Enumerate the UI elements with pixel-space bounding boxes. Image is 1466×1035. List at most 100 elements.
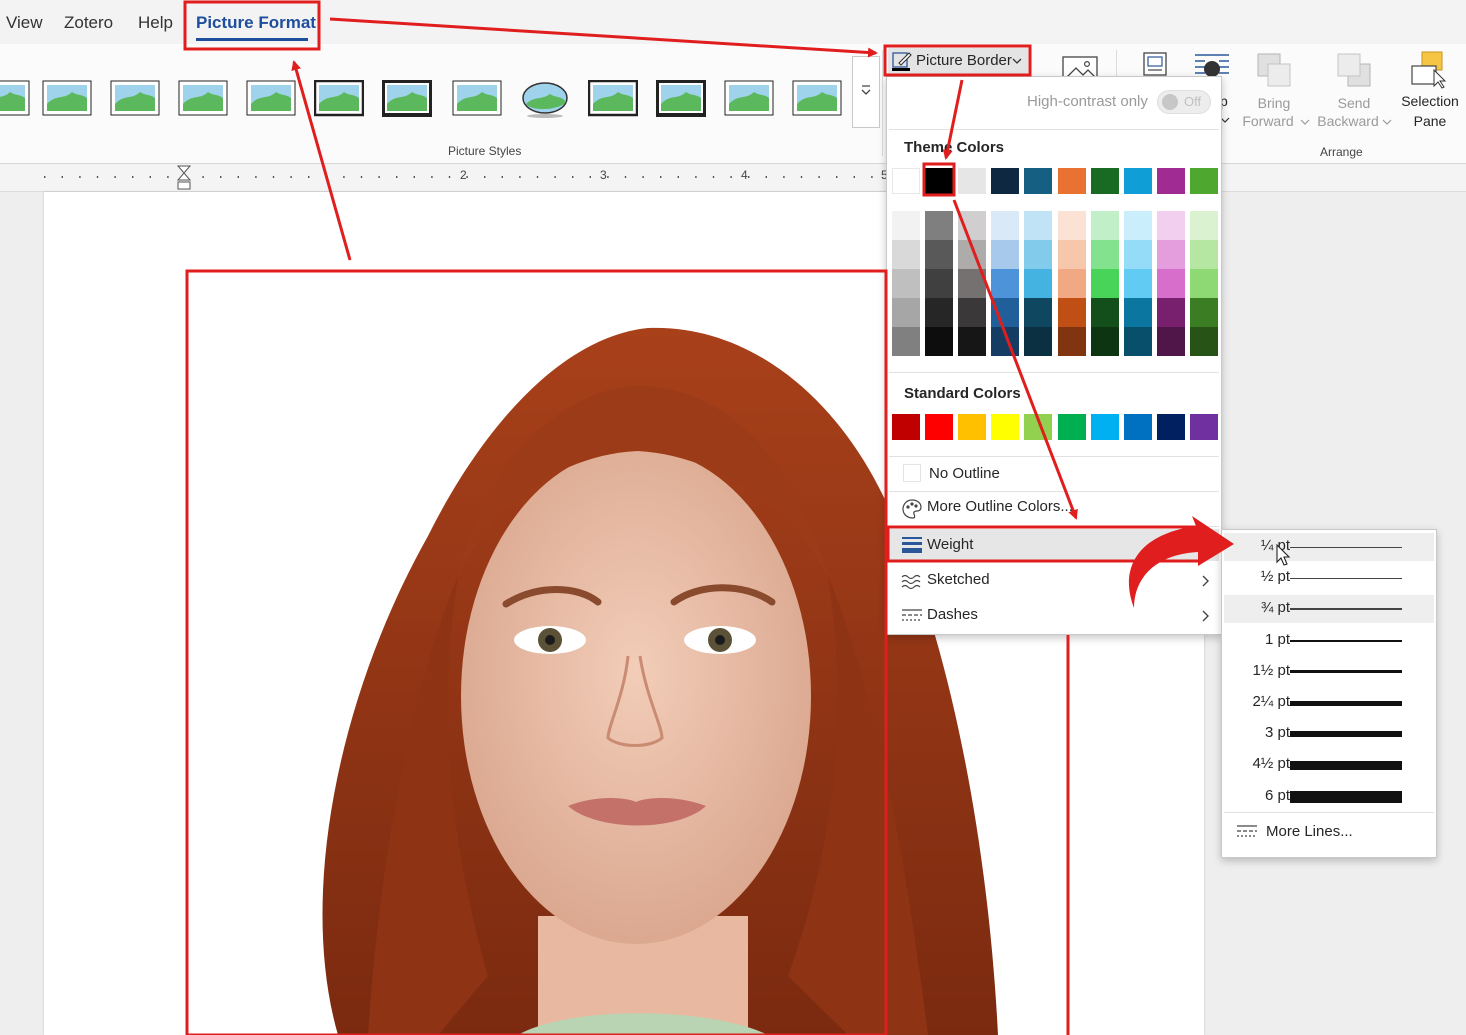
weight-option[interactable]: 6 pt [1224,783,1434,811]
weight-option[interactable]: 1 pt [1224,627,1434,655]
high-contrast-toggle[interactable]: Off [1157,90,1211,114]
tab-zotero[interactable]: Zotero [64,13,113,33]
send-backward-button[interactable]: Send Backward [1314,50,1394,134]
theme-shade-swatch[interactable] [1156,240,1185,269]
theme-shade-swatch[interactable] [1189,211,1218,240]
theme-shade-swatch[interactable] [1090,298,1119,327]
picture-style-thumbnail[interactable] [452,80,502,118]
standard-color-swatch[interactable] [958,414,987,440]
theme-shade-swatch[interactable] [1090,211,1119,240]
theme-shade-swatch[interactable] [991,298,1020,327]
theme-shade-swatch[interactable] [925,240,954,269]
theme-shade-swatch[interactable] [1057,327,1086,356]
picture-style-thumbnail[interactable] [110,80,160,118]
theme-shade-swatch[interactable] [1057,269,1086,298]
tab-view[interactable]: View [6,13,43,33]
selection-pane-button[interactable]: Selection Pane [1394,50,1466,134]
theme-shade-swatch[interactable] [1123,240,1152,269]
picture-style-thumbnail[interactable] [381,79,433,118]
tab-picture-format[interactable]: Picture Format [196,13,316,33]
theme-shade-swatch[interactable] [892,211,920,240]
tab-help[interactable]: Help [138,13,173,33]
sketched-item[interactable]: Sketched [889,564,1219,596]
bring-forward-button[interactable]: Bring Forward [1238,50,1310,134]
picture-border-button[interactable]: Picture Border [888,48,1028,74]
theme-color-swatch[interactable] [991,168,1020,194]
theme-shade-swatch[interactable] [892,327,920,356]
theme-shade-swatch[interactable] [892,240,920,269]
weight-option[interactable]: ¼ pt [1224,533,1434,561]
dashes-item[interactable]: Dashes [889,599,1219,631]
theme-color-swatch[interactable] [958,168,987,194]
standard-color-swatch[interactable] [892,414,920,440]
theme-shade-swatch[interactable] [958,269,987,298]
more-outline-colors-item[interactable]: More Outline Colors... [889,493,1219,523]
standard-color-swatch[interactable] [1024,414,1053,440]
theme-shade-swatch[interactable] [1057,211,1086,240]
picture-style-thumbnail[interactable] [792,80,842,118]
picture-style-thumbnail[interactable] [0,80,30,118]
theme-shade-swatch[interactable] [925,211,954,240]
theme-shade-swatch[interactable] [958,240,987,269]
theme-shade-swatch[interactable] [1189,298,1218,327]
theme-shade-swatch[interactable] [958,211,987,240]
picture-style-thumbnail[interactable] [520,80,570,118]
theme-shade-swatch[interactable] [1156,269,1185,298]
theme-color-swatch[interactable] [1156,168,1185,194]
theme-shade-swatch[interactable] [958,298,987,327]
gallery-more-button[interactable] [852,56,880,128]
picture-style-thumbnail[interactable] [246,80,296,118]
theme-shade-swatch[interactable] [991,327,1020,356]
standard-color-swatch[interactable] [1090,414,1119,440]
theme-shade-swatch[interactable] [991,269,1020,298]
weight-option[interactable]: ¾ pt [1224,595,1434,624]
picture-style-thumbnail[interactable] [313,79,365,118]
weight-option[interactable]: 1½ pt [1224,658,1434,686]
standard-color-swatch[interactable] [1057,414,1086,440]
theme-shade-swatch[interactable] [1123,327,1152,356]
weight-item[interactable]: Weight [889,529,1219,561]
more-lines-item[interactable]: More Lines... [1224,818,1434,848]
theme-shade-swatch[interactable] [1156,298,1185,327]
no-outline-item[interactable]: No Outline [889,459,1219,489]
theme-shade-swatch[interactable] [1024,211,1053,240]
theme-shade-swatch[interactable] [1057,240,1086,269]
theme-shade-swatch[interactable] [1123,298,1152,327]
theme-shade-swatch[interactable] [991,211,1020,240]
theme-shade-swatch[interactable] [1189,327,1218,356]
weight-option[interactable]: 3 pt [1224,720,1434,748]
theme-color-swatch[interactable] [1057,168,1086,194]
standard-color-swatch[interactable] [991,414,1020,440]
theme-shade-swatch[interactable] [925,269,954,298]
theme-color-swatch[interactable] [1090,168,1119,194]
theme-color-swatch[interactable] [892,168,920,194]
weight-option[interactable]: 4½ pt [1224,751,1434,779]
theme-shade-swatch[interactable] [1123,211,1152,240]
standard-color-swatch[interactable] [1189,414,1218,440]
horizontal-ruler[interactable]: 2 3 4 5 [0,164,1466,192]
theme-shade-swatch[interactable] [1057,298,1086,327]
theme-shade-swatch[interactable] [991,240,1020,269]
theme-shade-swatch[interactable] [892,269,920,298]
theme-shade-swatch[interactable] [1024,240,1053,269]
theme-color-swatch[interactable] [1189,168,1218,194]
theme-shade-swatch[interactable] [1090,327,1119,356]
theme-shade-swatch[interactable] [1156,211,1185,240]
standard-color-swatch[interactable] [925,414,954,440]
picture-style-thumbnail[interactable] [587,79,639,118]
picture-style-thumbnail[interactable] [178,80,228,118]
theme-shade-swatch[interactable] [1024,327,1053,356]
theme-shade-swatch[interactable] [1024,298,1053,327]
theme-shade-swatch[interactable] [1024,269,1053,298]
picture-style-thumbnail[interactable] [724,80,774,118]
theme-shade-swatch[interactable] [958,327,987,356]
theme-shade-swatch[interactable] [925,327,954,356]
theme-color-swatch[interactable] [1123,168,1152,194]
standard-color-swatch[interactable] [1123,414,1152,440]
theme-color-swatch[interactable] [925,168,954,194]
picture-style-thumbnail[interactable] [655,79,707,118]
theme-shade-swatch[interactable] [1123,269,1152,298]
weight-option[interactable]: ½ pt [1224,564,1434,592]
theme-shade-swatch[interactable] [1090,240,1119,269]
theme-shade-swatch[interactable] [1156,327,1185,356]
